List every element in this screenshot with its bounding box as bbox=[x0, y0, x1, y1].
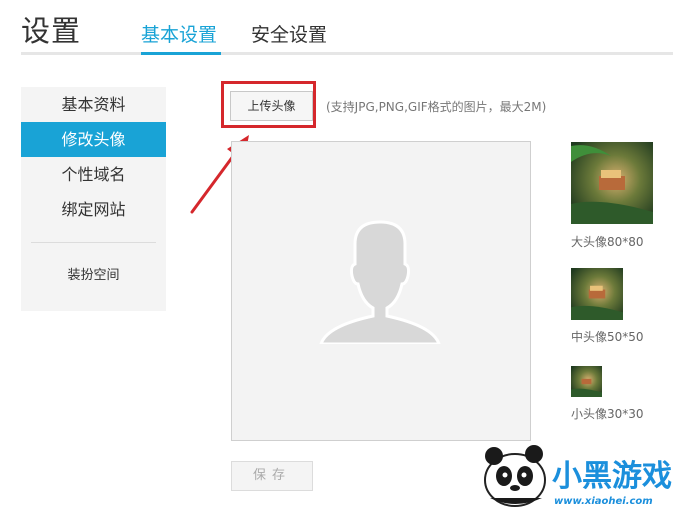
thumbnail-label-large: 大头像80*80 bbox=[571, 235, 644, 249]
avatar-thumbnail-large bbox=[571, 142, 653, 224]
avatar-thumbnail-medium bbox=[571, 268, 623, 320]
tab-security-settings[interactable]: 安全设置 bbox=[251, 20, 327, 47]
upload-avatar-button[interactable]: 上传头像 bbox=[230, 91, 313, 121]
save-button[interactable]: 保存 bbox=[231, 461, 313, 491]
logo-url-text: www.xiaohei.com bbox=[554, 496, 653, 507]
sidebar-item-custom-domain[interactable]: 个性域名 bbox=[21, 157, 166, 192]
tab-basic-settings[interactable]: 基本设置 bbox=[141, 20, 217, 47]
avatar-preview-area bbox=[231, 141, 531, 441]
page-title: 设置 bbox=[21, 14, 82, 48]
sidebar-divider bbox=[31, 242, 156, 243]
thumbnail-label-small: 小头像30*30 bbox=[571, 407, 644, 421]
sidebar-item-basic-info[interactable]: 基本资料 bbox=[21, 87, 166, 122]
logo-brand-text: 小黑游戏 bbox=[552, 459, 672, 494]
avatar-thumbnail-small bbox=[571, 366, 602, 397]
default-avatar-icon bbox=[319, 220, 441, 344]
active-tab-indicator bbox=[141, 52, 221, 55]
xiaohei-logo-watermark: 小黑游戏 www.xiaohei.com bbox=[484, 445, 673, 507]
header-divider bbox=[21, 52, 673, 55]
sidebar-item-change-avatar[interactable]: 修改头像 bbox=[21, 122, 166, 157]
settings-sidebar: 基本资料 修改头像 个性域名 绑定网站 装扮空间 bbox=[21, 87, 166, 311]
sidebar-item-bind-website[interactable]: 绑定网站 bbox=[21, 192, 166, 227]
thumbnail-label-medium: 中头像50*50 bbox=[571, 330, 644, 344]
sidebar-item-dress-space[interactable]: 装扮空间 bbox=[21, 264, 166, 283]
upload-hint-text: (支持JPG,PNG,GIF格式的图片，最大2M) bbox=[326, 100, 547, 114]
